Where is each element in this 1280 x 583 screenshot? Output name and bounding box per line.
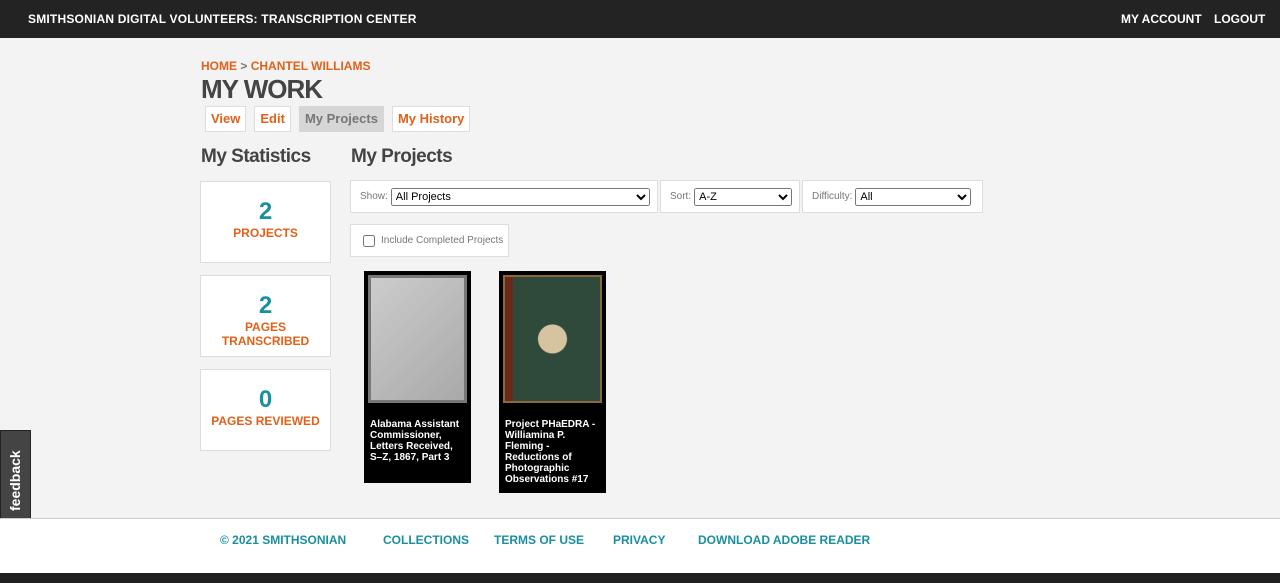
footer: © 2021 SMITHSONIAN COLLECTIONS TERMS OF … <box>0 518 1280 573</box>
difficulty-filter: Difficulty: All <box>802 180 983 213</box>
tab-view[interactable]: View <box>205 106 247 132</box>
my-account-link[interactable]: MY ACCOUNT <box>1121 12 1202 26</box>
page-title: MY WORK <box>201 74 323 104</box>
statistics-heading: My Statistics <box>201 146 311 167</box>
tabs: View Edit My Projects My History <box>205 106 471 132</box>
stat-pages-transcribed: 2 PAGES TRANSCRIBED <box>200 275 331 357</box>
site-title[interactable]: SMITHSONIAN DIGITAL VOLUNTEERS: TRANSCRI… <box>28 12 417 26</box>
projects-heading: My Projects <box>351 146 453 167</box>
footer-terms[interactable]: TERMS OF USE <box>494 533 584 547</box>
project-card[interactable]: Project PHaEDRA - Williamina P. Fleming … <box>499 271 606 493</box>
sort-select[interactable]: A-Z <box>694 187 793 206</box>
sort-filter: Sort: A-Z <box>660 180 800 213</box>
show-select[interactable]: All Projects <box>390 187 650 206</box>
project-title[interactable]: Project PHaEDRA - Williamina P. Fleming … <box>499 407 606 485</box>
include-completed-label[interactable]: Include Completed Projects <box>381 235 503 246</box>
breadcrumb: HOME > CHANTEL WILLIAMS <box>201 59 370 73</box>
sort-label: Sort: <box>670 191 692 202</box>
stat-label: PAGES REVIEWED <box>211 414 320 428</box>
breadcrumb-separator: > <box>240 59 248 73</box>
footer-adobe[interactable]: DOWNLOAD ADOBE READER <box>698 533 870 547</box>
include-completed: Include Completed Projects <box>350 224 509 257</box>
breadcrumb-user[interactable]: CHANTEL WILLIAMS <box>251 59 371 73</box>
top-bar: SMITHSONIAN DIGITAL VOLUNTEERS: TRANSCRI… <box>0 0 1280 38</box>
tab-my-history[interactable]: My History <box>391 106 471 132</box>
tab-edit[interactable]: Edit <box>254 106 291 132</box>
project-thumbnail <box>503 275 602 403</box>
stat-label: PROJECTS <box>233 226 298 240</box>
stat-pages-reviewed: 0 PAGES REVIEWED <box>200 369 331 451</box>
show-filter: Show: All Projects <box>350 180 658 213</box>
stat-value: 0 <box>258 386 273 413</box>
logout-link[interactable]: LOGOUT <box>1214 12 1265 26</box>
taskbar <box>0 573 1280 583</box>
footer-privacy[interactable]: PRIVACY <box>613 533 665 547</box>
difficulty-label: Difficulty: <box>812 191 853 202</box>
footer-copyright[interactable]: © 2021 SMITHSONIAN <box>220 533 346 547</box>
tab-my-projects[interactable]: My Projects <box>298 106 384 132</box>
show-label: Show: <box>360 191 388 202</box>
difficulty-select[interactable]: All <box>855 187 972 206</box>
feedback-label: feedback <box>7 450 23 511</box>
stat-projects: 2 PROJECTS <box>200 181 331 263</box>
stat-value: 2 <box>258 198 273 225</box>
feedback-tab[interactable]: feedback <box>0 430 31 522</box>
stat-value: 2 <box>258 292 273 319</box>
footer-collections[interactable]: COLLECTIONS <box>383 533 469 547</box>
project-card[interactable]: Alabama Assistant Commissioner, Letters … <box>364 271 471 483</box>
project-title[interactable]: Alabama Assistant Commissioner, Letters … <box>364 407 471 463</box>
stat-label: PAGES TRANSCRIBED <box>221 320 310 348</box>
project-thumbnail <box>368 275 467 403</box>
breadcrumb-home[interactable]: HOME <box>201 59 237 73</box>
include-completed-checkbox[interactable] <box>363 234 375 247</box>
